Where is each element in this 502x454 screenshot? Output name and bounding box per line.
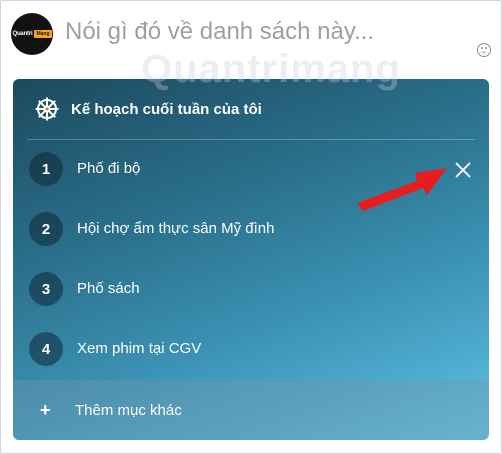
composer-input[interactable]: Nói gì đó về danh sách này... — [65, 18, 374, 46]
emoji-icon[interactable] — [477, 43, 491, 57]
item-number: 1 — [29, 152, 63, 186]
post-composer-frame: Quantri Mang Nói gì đó về danh sách này.… — [0, 0, 502, 454]
item-label[interactable]: Xem phim tại CGV — [77, 340, 201, 357]
close-icon[interactable] — [453, 160, 473, 180]
avatar-text: Quantri — [12, 31, 33, 37]
list-title[interactable]: Kế hoạch cuối tuần của tôi — [71, 101, 262, 118]
item-number: 4 — [29, 332, 63, 366]
list-item[interactable]: 4 Xem phim tại CGV — [13, 319, 489, 379]
item-label[interactable]: Phố đi bộ — [77, 160, 140, 177]
wheel-icon — [35, 97, 59, 121]
list-header: Kế hoạch cuối tuần của tôi — [13, 79, 489, 139]
avatar-badge: Mang — [34, 30, 52, 38]
item-number: 3 — [29, 272, 63, 306]
composer-row: Quantri Mang Nói gì đó về danh sách này.… — [1, 1, 501, 69]
list-item[interactable]: 3 Phố sách — [13, 259, 489, 319]
avatar[interactable]: Quantri Mang — [11, 13, 53, 55]
item-label[interactable]: Hội chợ ẩm thực sân Mỹ đình — [77, 220, 274, 237]
item-label[interactable]: Phố sách — [77, 280, 140, 297]
list-card: Kế hoạch cuối tuần của tôi 1 Phố đi bộ 2… — [13, 79, 489, 440]
add-item-button[interactable]: + Thêm mục khác — [13, 380, 489, 440]
plus-icon: + — [40, 400, 51, 420]
item-number: 2 — [29, 212, 63, 246]
add-item-label: Thêm mục khác — [75, 402, 182, 419]
arrow-annotation — [357, 168, 447, 211]
